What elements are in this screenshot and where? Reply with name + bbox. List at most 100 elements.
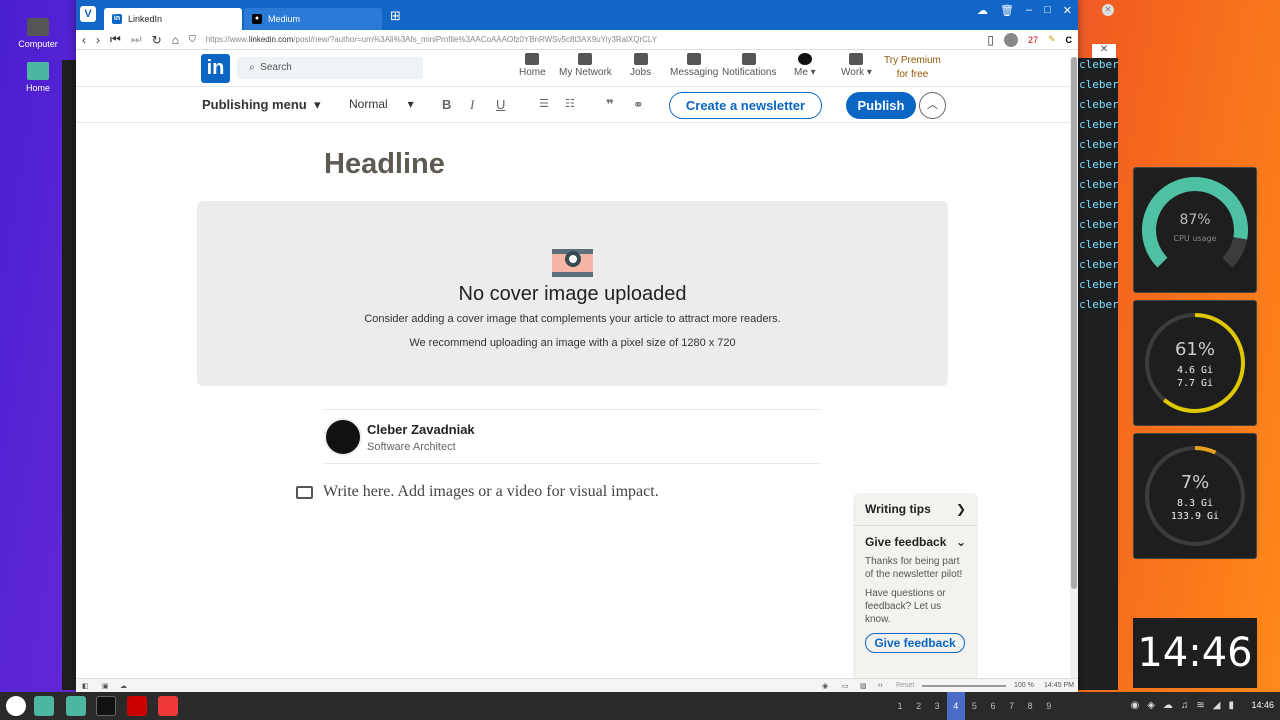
linkedin-favicon-icon: in — [112, 14, 122, 24]
give-feedback-button[interactable]: Give feedback — [865, 633, 965, 653]
folder-icon — [27, 62, 49, 80]
scrollbar-thumb[interactable] — [1071, 57, 1077, 589]
link-icon[interactable]: ⚭ — [633, 97, 644, 113]
discord-icon[interactable]: ◉ — [1130, 700, 1147, 711]
headline-input[interactable]: Headline — [324, 148, 445, 181]
author-name: Cleber Zavadniak — [367, 422, 475, 437]
workspace-9[interactable]: 9 — [1040, 692, 1058, 720]
workspace-1[interactable]: 1 — [891, 692, 909, 720]
try-premium-link[interactable]: Try Premium for free — [884, 54, 941, 82]
feedback-thanks-text: Thanks for being part of the newsletter … — [865, 556, 963, 580]
terminal-line: cleber@ — [1079, 178, 1118, 191]
nav-notifications[interactable]: Notifications — [722, 53, 776, 78]
publishing-menu-button[interactable]: Publishing menu ▾ — [202, 97, 320, 113]
extension-icon[interactable]: ✎ — [1048, 34, 1056, 45]
bold-icon[interactable]: B — [442, 97, 451, 112]
cover-image-upload[interactable]: No cover image uploaded Consider adding … — [197, 201, 948, 386]
workspace-6[interactable]: 6 — [984, 692, 1002, 720]
article-body-input[interactable]: Write here. Add images or a video for vi… — [296, 483, 659, 501]
rewind-icon[interactable]: ⏮ — [110, 32, 121, 47]
extension-c-icon[interactable]: C — [1066, 35, 1073, 45]
disk-percent: 7% — [1181, 472, 1210, 493]
underline-icon[interactable]: U — [496, 97, 505, 112]
numbered-list-icon[interactable]: ☰ — [539, 97, 549, 110]
feedback-questions-text: Have questions or feedback? Let us know. — [865, 588, 946, 625]
volume-icon[interactable]: ◢ — [1213, 700, 1229, 711]
new-tab-icon[interactable]: ⊞ — [390, 8, 401, 24]
bookmark-icon[interactable]: ▯ — [987, 33, 994, 47]
redis-icon[interactable] — [127, 696, 147, 716]
create-newsletter-button[interactable]: Create a newsletter — [669, 92, 822, 119]
writing-tips-toggle[interactable]: Writing tips ❯ — [865, 502, 966, 516]
vivaldi-logo-icon[interactable]: V — [80, 6, 96, 22]
bulleted-list-icon[interactable]: ☷ — [565, 97, 575, 110]
cloud-icon[interactable]: ☁ — [1163, 700, 1181, 711]
tab-tiling-icon[interactable]: ▣ — [102, 682, 109, 690]
maximize-icon[interactable]: □ — [1044, 4, 1051, 17]
forward-icon[interactable]: › — [96, 33, 100, 47]
close-icon[interactable]: ✕ — [1092, 44, 1116, 58]
tile-icon[interactable]: ▭ — [842, 682, 849, 690]
vivaldi-icon[interactable] — [158, 696, 178, 716]
text-style-select[interactable]: Normal ▾ — [349, 97, 414, 111]
minimize-icon[interactable]: – — [1026, 4, 1032, 17]
reload-icon[interactable]: ↻ — [152, 33, 162, 47]
capture-icon[interactable]: ◉ — [822, 682, 828, 690]
cpu-label: CPU usage — [1174, 234, 1217, 243]
close-icon[interactable]: ✕ — [1102, 4, 1114, 16]
extension-badge[interactable]: 27 — [1028, 35, 1038, 45]
cloud-icon[interactable]: ☁ — [977, 4, 988, 17]
wifi-icon[interactable]: ≋ — [1196, 700, 1212, 711]
network-icon[interactable]: ◈ — [1147, 700, 1163, 711]
music-icon[interactable]: ♫ — [1181, 700, 1197, 711]
workspace-2[interactable]: 2 — [910, 692, 928, 720]
nav-me[interactable]: Me ▾ — [794, 53, 816, 78]
battery-icon[interactable]: ▮ — [1228, 700, 1242, 711]
folder-icon[interactable] — [66, 696, 86, 716]
images-icon[interactable]: ▨ — [860, 682, 867, 690]
nav-work[interactable]: Work ▾ — [841, 53, 872, 78]
fast-forward-icon[interactable]: ⏭ — [131, 32, 142, 47]
workspace-8[interactable]: 8 — [1021, 692, 1039, 720]
nav-messaging[interactable]: Messaging — [670, 53, 718, 78]
close-icon[interactable]: ✕ — [1063, 4, 1072, 17]
search-input[interactable]: ⌕ Search — [237, 57, 423, 79]
tab-linkedin[interactable]: in LinkedIn — [104, 8, 242, 30]
shield-icon[interactable]: ⛉ — [189, 34, 196, 45]
nav-home[interactable]: Home — [519, 53, 546, 78]
panel-toggle-icon[interactable]: ◧ — [82, 682, 89, 690]
add-media-icon[interactable] — [296, 485, 313, 499]
url-field[interactable]: https://www.linkedin.com/post/new/?autho… — [206, 35, 978, 44]
quote-icon[interactable]: ❞ — [606, 97, 614, 113]
trash-icon[interactable]: 🗑 — [1000, 4, 1014, 17]
tab-label: Medium — [268, 14, 301, 24]
back-icon[interactable]: ‹ — [82, 33, 86, 47]
zoom-slider[interactable] — [922, 685, 1006, 687]
profile-icon[interactable] — [1003, 32, 1018, 47]
nav-my-network[interactable]: My Network — [559, 53, 612, 78]
tab-medium[interactable]: ● Medium — [244, 8, 382, 30]
page-scrollbar[interactable] — [1070, 57, 1078, 678]
workspace-7[interactable]: 7 — [1003, 692, 1021, 720]
terminal-window-left[interactable] — [62, 60, 76, 690]
linkedin-logo-icon[interactable]: in — [201, 54, 230, 83]
workspace-4[interactable]: 4 — [946, 692, 965, 720]
publish-button[interactable]: Publish — [846, 92, 916, 119]
sync-cloud-icon[interactable]: ☁ — [120, 682, 127, 690]
nav-jobs[interactable]: Jobs — [630, 53, 651, 78]
italic-icon[interactable]: I — [470, 97, 474, 113]
cpu-percent: 87% — [1179, 212, 1210, 228]
terminal-window-right[interactable]: cleber@ cleber@ cleber@ cleber@ cleber@ clebe… — [1076, 58, 1118, 690]
desktop-icon-home[interactable]: Home — [8, 62, 68, 93]
menu-icon[interactable] — [6, 696, 26, 716]
files-icon[interactable] — [34, 696, 54, 716]
zoom-reset[interactable]: Reset — [896, 682, 914, 689]
workspace-3[interactable]: 3 — [928, 692, 946, 720]
home-icon[interactable]: ⌂ — [172, 33, 179, 47]
give-feedback-toggle[interactable]: Give feedback ⌄ — [865, 535, 966, 549]
terminal-icon[interactable] — [96, 696, 116, 716]
chevron-up-icon[interactable]: ︿ — [919, 92, 946, 119]
desktop-icon-computer[interactable]: Computer — [8, 18, 68, 49]
workspace-5[interactable]: 5 — [965, 692, 983, 720]
code-icon[interactable]: ‹› — [878, 682, 883, 689]
